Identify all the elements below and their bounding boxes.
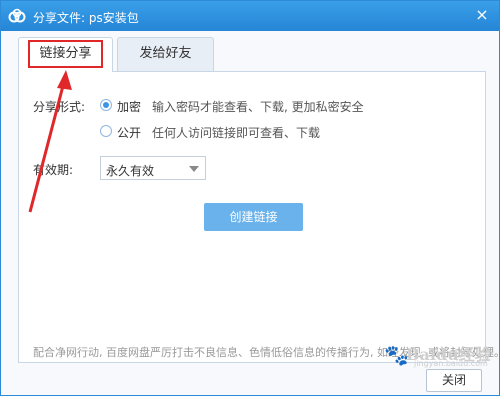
option-public-hint: 任何人访问链接即可查看、下载 bbox=[152, 126, 321, 140]
close-icon[interactable]: × bbox=[473, 6, 491, 24]
link-share-panel: 分享形式: 加密 输入密码才能查看、下载, 更加私密安全 公开 任何人访问链接即… bbox=[18, 71, 500, 363]
baidu-jingyan-watermark: 🐾 Baidu经验 jingyan.baidu.com bbox=[384, 341, 491, 369]
window-title: 分享文件: ps安装包 bbox=[33, 11, 139, 25]
create-link-button[interactable]: 创建链接 bbox=[204, 203, 303, 231]
share-mode-label: 分享形式: bbox=[33, 100, 86, 114]
validity-select[interactable]: 永久有效 bbox=[100, 156, 206, 180]
watermark-subtext: jingyan.baidu.com bbox=[414, 359, 488, 368]
option-encrypted-label[interactable]: 加密 bbox=[117, 98, 141, 115]
tab-send-to-friend[interactable]: 发给好友 bbox=[117, 37, 214, 71]
radio-public[interactable] bbox=[100, 125, 112, 137]
close-button[interactable]: 关闭 bbox=[426, 369, 482, 392]
title-bar[interactable]: 分享文件: ps安装包 × bbox=[1, 1, 499, 31]
chevron-down-icon bbox=[189, 166, 199, 172]
option-encrypted-hint: 输入密码才能查看、下载, 更加私密安全 bbox=[152, 100, 364, 114]
validity-label: 有效期: bbox=[33, 163, 74, 177]
annotation-highlight-box bbox=[28, 40, 103, 68]
radio-encrypted[interactable] bbox=[100, 99, 112, 111]
validity-value: 永久有效 bbox=[106, 164, 155, 178]
baidu-netdisk-logo-icon bbox=[8, 8, 26, 23]
option-public-label[interactable]: 公开 bbox=[117, 124, 141, 141]
